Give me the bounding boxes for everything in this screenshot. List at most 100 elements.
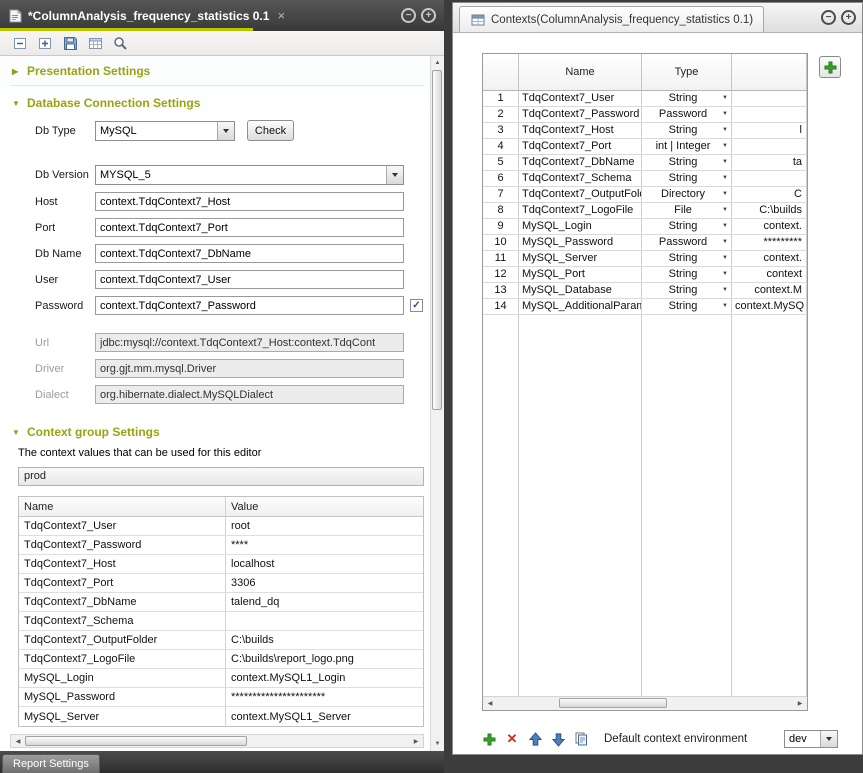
maximize-view-button[interactable]: + [421, 8, 436, 23]
copy-from-repository-icon[interactable] [571, 729, 591, 749]
context-row[interactable]: 4TdqContext7_Portint | Integer▼ [483, 139, 807, 155]
context-name-cell[interactable]: TdqContext7_Port [19, 574, 226, 592]
db-type-combo[interactable]: MySQL [95, 121, 235, 141]
password-input[interactable] [95, 296, 404, 315]
context-name-cell[interactable]: TdqContext7_LogoFile [519, 203, 642, 218]
zoom-icon[interactable] [112, 35, 128, 51]
table-row[interactable]: TdqContext7_DbNametalend_dq [19, 593, 423, 612]
vertical-scrollbar[interactable]: ▲ ▼ [430, 56, 444, 751]
scrollbar-thumb[interactable] [25, 736, 247, 746]
context-value-cell[interactable]: C:\builds\report_logo.png [226, 650, 423, 668]
collapse-sections-icon[interactable] [12, 35, 28, 51]
context-name-cell[interactable]: MySQL_Server [519, 251, 642, 266]
context-row[interactable]: 7TdqContext7_OutputFolderDirectory▼C [483, 187, 807, 203]
value-column-header[interactable] [732, 54, 807, 90]
table-row[interactable]: TdqContext7_Userroot [19, 517, 423, 536]
editor-tab[interactable]: *ColumnAnalysis_frequency_statistics 0.1… [0, 0, 291, 31]
dropdown-arrow-icon[interactable]: ▼ [722, 155, 729, 170]
context-name-cell[interactable]: TdqContext7_LogoFile [19, 650, 226, 668]
section-collapsed-arrow-icon[interactable]: ▶ [12, 67, 21, 76]
delete-icon[interactable]: ✕ [502, 729, 522, 749]
context-type-cell[interactable]: String▼ [642, 283, 732, 298]
table-row[interactable]: TdqContext7_Port3306 [19, 574, 423, 593]
close-tab-icon[interactable]: × [277, 8, 285, 23]
dropdown-arrow-icon[interactable]: ▼ [722, 251, 729, 266]
context-name-cell[interactable]: TdqContext7_Host [519, 123, 642, 138]
context-row[interactable]: 1TdqContext7_UserString▼ [483, 91, 807, 107]
context-type-cell[interactable]: File▼ [642, 203, 732, 218]
dropdown-arrow-icon[interactable]: ▼ [722, 283, 729, 298]
context-name-cell[interactable]: TdqContext7_Schema [19, 612, 226, 630]
name-column-header[interactable]: Name [519, 54, 642, 90]
tab-report-settings[interactable]: Report Settings [2, 754, 100, 773]
context-type-cell[interactable]: String▼ [642, 155, 732, 170]
context-value-cell[interactable] [732, 171, 807, 186]
section-expanded-arrow-icon[interactable]: ▼ [12, 428, 21, 437]
section-database-connection-settings[interactable]: ▼ Database Connection Settings [12, 96, 424, 110]
table-row[interactable]: MySQL_Password********************** [19, 688, 423, 707]
table-row[interactable]: TdqContext7_Schema [19, 612, 423, 631]
context-value-cell[interactable]: C [732, 187, 807, 202]
context-name-cell[interactable]: TdqContext7_OutputFolder [519, 187, 642, 202]
section-expanded-arrow-icon[interactable]: ▼ [12, 99, 21, 108]
table-row[interactable]: MySQL_Logincontext.MySQL1_Login [19, 669, 423, 688]
scroll-down-icon[interactable]: ▼ [431, 737, 444, 751]
context-value-cell[interactable]: context. [732, 219, 807, 234]
context-value-cell[interactable]: ********************** [226, 688, 423, 706]
context-name-cell[interactable]: TdqContext7_Password [519, 107, 642, 122]
table-row[interactable]: TdqContext7_Hostlocalhost [19, 555, 423, 574]
context-value-cell[interactable]: context [732, 267, 807, 282]
context-value-cell[interactable]: root [226, 517, 423, 535]
context-value-cell[interactable] [226, 612, 423, 630]
add-context-variable-button[interactable] [819, 56, 841, 78]
context-name-cell[interactable]: TdqContext7_DbName [519, 155, 642, 170]
add-icon[interactable] [479, 729, 499, 749]
scroll-left-icon[interactable]: ◀ [483, 697, 497, 710]
context-row[interactable]: 12MySQL_PortString▼context [483, 267, 807, 283]
dropdown-arrow-icon[interactable]: ▼ [722, 91, 729, 106]
context-name-cell[interactable]: TdqContext7_Host [19, 555, 226, 573]
context-name-cell[interactable]: MySQL_Password [19, 688, 226, 706]
horizontal-scrollbar[interactable]: ◀ ▶ [10, 734, 424, 748]
context-value-cell[interactable]: context.MySQ [732, 299, 807, 314]
context-name-cell[interactable]: MySQL_Password [519, 235, 642, 250]
context-row[interactable]: 2TdqContext7_PasswordPassword▼ [483, 107, 807, 123]
context-row[interactable]: 10MySQL_PasswordPassword▼********* [483, 235, 807, 251]
context-value-cell[interactable]: talend_dq [226, 593, 423, 611]
context-value-cell[interactable]: 3306 [226, 574, 423, 592]
context-row[interactable]: 9MySQL_LoginString▼context. [483, 219, 807, 235]
move-up-icon[interactable] [525, 729, 545, 749]
context-row[interactable]: 3TdqContext7_HostString▼l [483, 123, 807, 139]
context-group-name-box[interactable]: prod [18, 467, 424, 486]
context-row[interactable]: 5TdqContext7_DbNameString▼ta [483, 155, 807, 171]
context-value-cell[interactable]: context. [732, 251, 807, 266]
context-environment-combo[interactable]: dev [784, 730, 838, 748]
check-connection-button[interactable]: Check [247, 120, 294, 141]
scroll-right-icon[interactable]: ▶ [793, 697, 807, 710]
context-name-cell[interactable]: TdqContext7_OutputFolder [19, 631, 226, 649]
context-name-cell[interactable]: TdqContext7_User [19, 517, 226, 535]
context-type-cell[interactable]: String▼ [642, 91, 732, 106]
context-value-cell[interactable] [732, 91, 807, 106]
chevron-down-icon[interactable] [820, 731, 837, 747]
name-column-header[interactable]: Name [19, 497, 226, 516]
table-row[interactable]: MySQL_Servercontext.MySQL1_Server [19, 707, 423, 726]
context-type-cell[interactable]: int | Integer▼ [642, 139, 732, 154]
table-row[interactable]: TdqContext7_Password**** [19, 536, 423, 555]
context-value-cell[interactable]: **** [226, 536, 423, 554]
password-checkbox[interactable]: ✓ [410, 299, 423, 312]
context-type-cell[interactable]: String▼ [642, 267, 732, 282]
scrollbar-thumb[interactable] [559, 698, 667, 708]
context-value-cell[interactable] [732, 107, 807, 122]
context-row[interactable]: 14MySQL_AdditionalParamsString▼context.M… [483, 299, 807, 315]
value-column-header[interactable]: Value [226, 497, 423, 516]
dropdown-arrow-icon[interactable]: ▼ [722, 139, 729, 154]
context-name-cell[interactable]: MySQL_Server [19, 707, 226, 726]
dropdown-arrow-icon[interactable]: ▼ [722, 219, 729, 234]
context-type-cell[interactable]: String▼ [642, 251, 732, 266]
table-row[interactable]: TdqContext7_LogoFileC:\builds\report_log… [19, 650, 423, 669]
context-type-cell[interactable]: Password▼ [642, 235, 732, 250]
minimize-view-button[interactable]: − [401, 8, 416, 23]
table-row[interactable]: TdqContext7_OutputFolderC:\builds [19, 631, 423, 650]
chevron-down-icon[interactable] [386, 166, 403, 184]
